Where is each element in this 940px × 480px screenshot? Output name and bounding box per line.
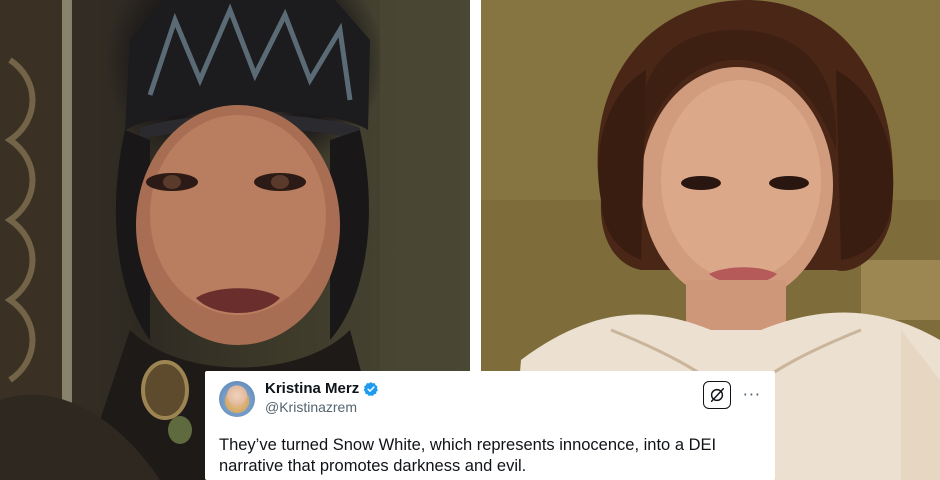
- author-name-row: Kristina Merz: [265, 379, 379, 398]
- tweet-header-actions: ···: [702, 381, 761, 409]
- author-display-name[interactable]: Kristina Merz: [265, 379, 359, 398]
- author-handle[interactable]: @Kristinazrem: [265, 398, 379, 416]
- author-block: Kristina Merz @Kristinazrem: [265, 379, 379, 416]
- tweet-text: They’ve turned Snow White, which represe…: [219, 435, 759, 477]
- more-options-icon[interactable]: ···: [743, 387, 761, 403]
- tweet-text-line-2: narrative that promotes darkness and evi…: [219, 457, 527, 475]
- avatar[interactable]: [219, 381, 255, 417]
- verified-badge-icon: [363, 381, 379, 397]
- tweet-text-line-1: They’ve turned Snow White, which represe…: [219, 436, 717, 454]
- grok-icon[interactable]: [702, 381, 731, 409]
- tweet-card[interactable]: Kristina Merz @Kristinazrem ··· They’ve …: [205, 371, 775, 480]
- tweet-header: Kristina Merz @Kristinazrem ···: [219, 379, 761, 425]
